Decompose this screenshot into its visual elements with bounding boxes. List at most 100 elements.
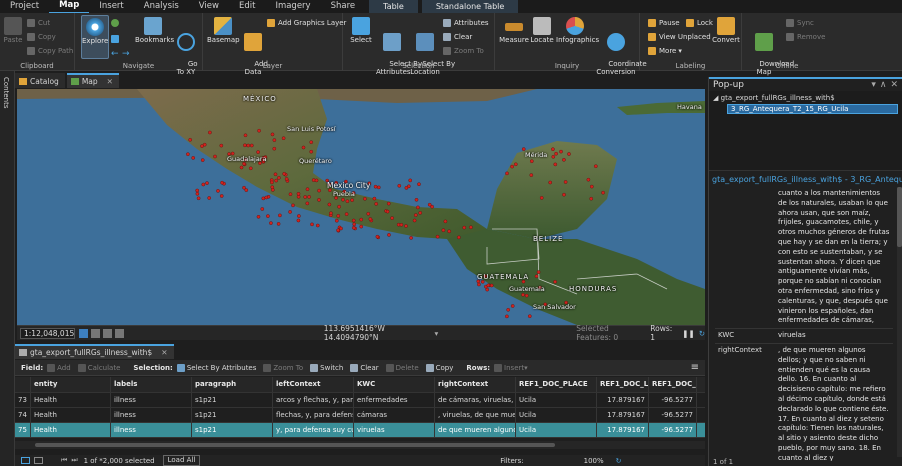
table-row-selected[interactable]: 75 Health illness s1p21 y, para defensa … xyxy=(15,423,705,438)
feature-point[interactable] xyxy=(386,201,391,206)
column-header[interactable]: KWC xyxy=(354,377,435,392)
table-cell[interactable]: illness xyxy=(111,393,192,407)
feature-point[interactable] xyxy=(589,196,594,201)
feature-point[interactable] xyxy=(527,314,532,318)
last-page-icon[interactable]: ⏭ xyxy=(71,456,77,465)
map-view[interactable]: MÉXICO San Luis Potosí Guadalajara Queré… xyxy=(17,89,705,325)
feature-point[interactable] xyxy=(219,143,224,148)
tab-imagery[interactable]: Imagery xyxy=(265,0,320,13)
feature-point[interactable] xyxy=(563,180,568,184)
popup-layer-node[interactable]: ◢ gta_export_fullRGs_illness_with$ xyxy=(713,94,898,102)
scrollbar-thumb[interactable] xyxy=(35,443,555,447)
close-icon[interactable]: ✕ xyxy=(161,348,167,357)
feature-point[interactable] xyxy=(202,142,207,147)
feature-point[interactable] xyxy=(196,196,201,201)
table-horizontal-scrollbar[interactable] xyxy=(15,441,705,449)
feature-point[interactable] xyxy=(594,164,598,168)
tab-edit[interactable]: Edit xyxy=(229,0,265,13)
copy-button[interactable]: Copy xyxy=(27,31,56,42)
feature-point[interactable] xyxy=(553,279,557,284)
calculate-field-button[interactable]: Calculate xyxy=(77,363,120,372)
feature-point[interactable] xyxy=(264,195,269,200)
feature-point[interactable] xyxy=(277,176,281,180)
feature-point[interactable] xyxy=(274,178,279,183)
feature-point[interactable] xyxy=(248,166,253,171)
feature-point[interactable] xyxy=(301,145,306,150)
feature-point[interactable] xyxy=(309,149,314,154)
feature-point[interactable] xyxy=(375,234,380,239)
feature-point[interactable] xyxy=(521,292,525,297)
chevron-down-icon[interactable]: ▾ xyxy=(871,80,876,90)
feature-point[interactable] xyxy=(273,172,278,177)
feature-point[interactable] xyxy=(296,195,301,199)
feature-point[interactable] xyxy=(310,222,314,227)
column-header[interactable]: REF1_DOC_LAT xyxy=(597,377,649,392)
feature-point[interactable] xyxy=(266,214,270,218)
zoom-fixed-button[interactable] xyxy=(111,33,122,44)
feature-point[interactable] xyxy=(296,192,301,196)
feature-point[interactable] xyxy=(244,188,249,192)
feature-point[interactable] xyxy=(341,197,345,202)
tab-map[interactable]: Map xyxy=(49,0,90,14)
feature-point[interactable] xyxy=(441,228,446,232)
clear-selection-button[interactable]: Clear xyxy=(443,31,472,42)
popup-scrollbar[interactable] xyxy=(897,187,902,457)
scrollbar-thumb[interactable] xyxy=(897,187,902,247)
feature-point[interactable] xyxy=(457,235,461,240)
feature-point[interactable] xyxy=(505,314,509,319)
feature-point[interactable] xyxy=(282,172,287,176)
feature-point[interactable] xyxy=(447,229,452,234)
feature-point[interactable] xyxy=(270,132,275,137)
feature-point[interactable] xyxy=(435,234,440,239)
feature-point[interactable] xyxy=(513,162,518,167)
pin-icon[interactable]: ∧ xyxy=(880,80,887,90)
table-cell[interactable]: Health xyxy=(31,423,111,437)
feature-point[interactable] xyxy=(208,130,212,135)
column-header[interactable]: paragraph xyxy=(192,377,273,392)
table-cell[interactable]: y, para defensa suy cu... xyxy=(273,423,354,437)
tab-insert[interactable]: Insert xyxy=(89,0,133,13)
first-page-icon[interactable]: ⏮ xyxy=(61,456,67,465)
feature-point[interactable] xyxy=(276,222,281,226)
feature-point[interactable] xyxy=(359,224,364,229)
table-cell[interactable]: -96.5277 xyxy=(649,408,697,422)
view-unplaced-button[interactable]: View Unplaced xyxy=(648,31,711,42)
select-button[interactable]: Select xyxy=(347,17,375,44)
tab-standalone-table[interactable]: Standalone Table xyxy=(421,0,519,13)
feature-point[interactable] xyxy=(317,198,321,202)
feature-point[interactable] xyxy=(270,185,275,189)
feature-point[interactable] xyxy=(534,274,539,278)
feature-point[interactable] xyxy=(337,204,341,209)
feature-point[interactable] xyxy=(586,177,591,182)
feature-point[interactable] xyxy=(486,283,491,288)
feature-point[interactable] xyxy=(207,196,211,200)
feature-point[interactable] xyxy=(373,184,378,189)
feature-point[interactable] xyxy=(351,218,356,223)
feature-point[interactable] xyxy=(344,212,349,216)
feature-point[interactable] xyxy=(270,180,274,185)
table-cell[interactable]: cámaras xyxy=(354,408,435,422)
feature-point[interactable] xyxy=(339,226,343,231)
feature-point[interactable] xyxy=(548,180,553,185)
table-cell[interactable]: s1p21 xyxy=(192,408,273,422)
feature-point[interactable] xyxy=(201,182,206,187)
remove-button[interactable]: Remove xyxy=(786,31,825,42)
feature-point[interactable] xyxy=(559,149,563,154)
tab-view[interactable]: View xyxy=(189,0,229,13)
table-cell[interactable]: -96.5277 xyxy=(649,393,697,407)
feature-point[interactable] xyxy=(334,218,339,223)
chevron-down-icon[interactable]: ▾ xyxy=(434,329,438,338)
feature-point[interactable] xyxy=(303,195,308,199)
switch-selection-button[interactable]: Switch xyxy=(310,363,343,372)
tab-analysis[interactable]: Analysis xyxy=(134,0,189,13)
feature-point[interactable] xyxy=(469,225,473,230)
table-cell[interactable]: 17.879167 xyxy=(597,408,649,422)
tab-project[interactable]: Project xyxy=(0,0,49,13)
popup-feature-node[interactable]: 3_RG_Antequera_T2_15_RG_Ucila xyxy=(727,104,898,114)
feature-point[interactable] xyxy=(315,223,320,228)
column-header[interactable]: labels xyxy=(111,377,192,392)
column-header[interactable]: REF1_DOC_PLACE xyxy=(516,377,597,392)
table-clear-button[interactable]: Clear xyxy=(350,363,379,372)
feature-point[interactable] xyxy=(297,214,301,218)
feature-point[interactable] xyxy=(551,147,555,152)
